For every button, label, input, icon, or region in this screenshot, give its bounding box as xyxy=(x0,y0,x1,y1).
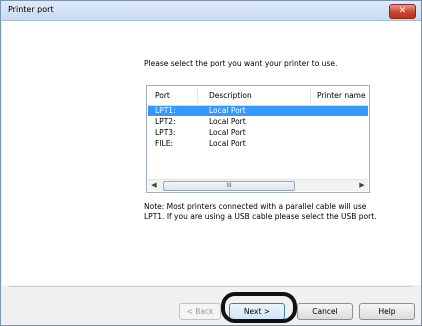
footer-divider xyxy=(9,286,413,287)
port-cell: LPT1: xyxy=(155,106,176,115)
note-line-1: Note: Most printers connected with a par… xyxy=(144,202,367,211)
window-title: Printer port xyxy=(8,5,54,14)
description-cell: Local Port xyxy=(209,117,246,126)
port-row-lpt3[interactable]: LPT3: Local Port xyxy=(148,128,368,138)
printer-port-dialog: Printer port ✕ Please select the port yo… xyxy=(0,0,422,326)
usb-note: Note: Most printers connected with a par… xyxy=(144,202,384,222)
port-row-lpt2[interactable]: LPT2: Local Port xyxy=(148,117,368,127)
description-cell: Local Port xyxy=(209,139,246,148)
help-button[interactable]: Help xyxy=(359,303,415,320)
column-header-port[interactable]: Port xyxy=(155,91,170,100)
scroll-left-icon[interactable]: ◀ xyxy=(149,181,159,190)
column-divider[interactable] xyxy=(197,88,198,103)
next-button-highlight xyxy=(221,292,297,323)
cancel-button[interactable]: Cancel xyxy=(297,303,353,320)
close-button[interactable]: ✕ xyxy=(389,4,416,19)
scroll-right-icon[interactable]: ▶ xyxy=(357,181,367,190)
port-row-file[interactable]: FILE: Local Port xyxy=(148,139,368,149)
description-cell: Local Port xyxy=(209,128,246,137)
port-cell: FILE: xyxy=(155,139,173,148)
port-cell: LPT2: xyxy=(155,117,176,126)
port-list[interactable]: Port Description Printer name LPT1: Loca… xyxy=(146,85,370,193)
port-cell: LPT3: xyxy=(155,128,176,137)
port-list-header: Port Description Printer name xyxy=(147,86,369,106)
column-header-printer-name[interactable]: Printer name xyxy=(317,91,366,100)
column-header-description[interactable]: Description xyxy=(209,91,252,100)
port-row-lpt1[interactable]: LPT1: Local Port xyxy=(148,106,368,116)
horizontal-scrollbar[interactable]: ◀ III ▶ xyxy=(148,179,368,191)
note-line-2: LPT1. If you are using a USB cable pleas… xyxy=(144,212,377,221)
scroll-thumb[interactable]: III xyxy=(163,181,295,191)
close-icon: ✕ xyxy=(398,6,407,16)
column-divider[interactable] xyxy=(310,88,311,103)
title-bar: Printer port ✕ xyxy=(1,1,421,21)
description-cell: Local Port xyxy=(209,106,246,115)
dialog-content: Please select the port you want your pri… xyxy=(2,21,421,285)
instruction-text: Please select the port you want your pri… xyxy=(144,59,338,68)
back-button[interactable]: < Back xyxy=(179,303,221,320)
